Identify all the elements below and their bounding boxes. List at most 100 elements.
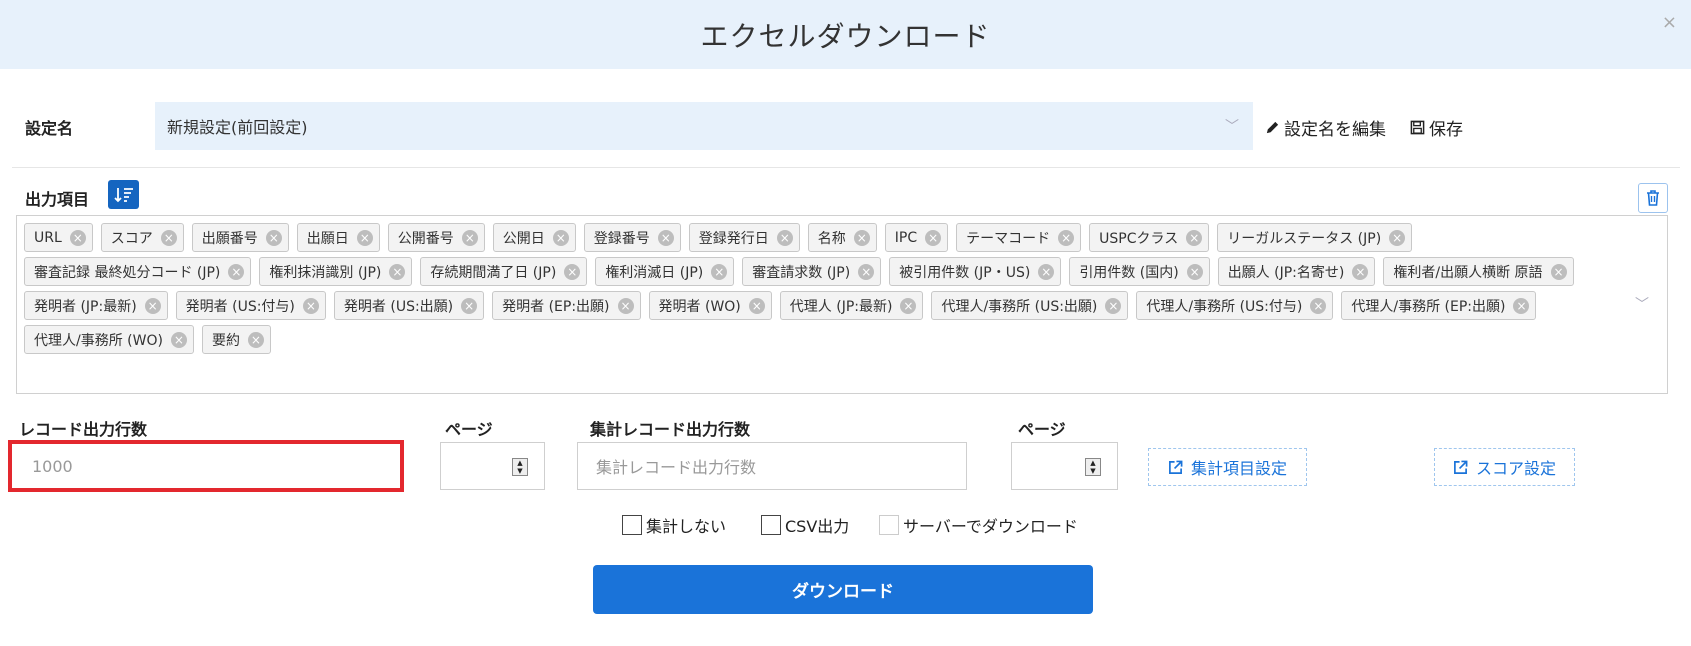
no-aggregate-checkbox[interactable] — [622, 515, 642, 535]
remove-tag-icon[interactable]: × — [1186, 229, 1203, 246]
output-item-tag: 存続期間満了日 (JP) × — [420, 257, 588, 286]
output-item-tag: 発明者 (US:付与) × — [175, 291, 326, 320]
output-item-tag: 公開番号 × — [387, 223, 485, 252]
output-item-tag: スコア × — [100, 223, 184, 252]
output-item-tag-label: 登録発行日 — [698, 230, 769, 247]
remove-tag-icon[interactable]: × — [1310, 297, 1327, 314]
remove-tag-icon[interactable]: × — [711, 263, 728, 280]
score-settings-button[interactable]: スコア設定 — [1434, 448, 1575, 486]
remove-tag-icon[interactable]: × — [461, 297, 478, 314]
remove-tag-icon[interactable]: × — [356, 229, 373, 246]
aggregate-count-label: 集計レコード出力行数 — [590, 420, 751, 439]
remove-tag-icon[interactable]: × — [1352, 263, 1369, 280]
remove-tag-icon[interactable]: × — [564, 263, 581, 280]
aggregate-count-input[interactable]: 集計レコード出力行数 — [577, 442, 967, 490]
output-item-tag-label: 公開番号 — [397, 230, 454, 247]
output-items-tag-box[interactable]: URL × スコア × 出願番号 × 出願日 × 公開番号 × 公開日 × 登録番号 × 登録発行日 × 名称 ×… — [16, 215, 1668, 394]
remove-tag-icon[interactable]: × — [1058, 229, 1075, 246]
download-button[interactable]: ダウンロード — [593, 565, 1093, 614]
aggregate-page-label: ページ — [1018, 420, 1066, 439]
output-item-tag: 代理人/事務所 (US:出願) × — [931, 291, 1129, 320]
record-count-value: 1000 — [32, 456, 73, 476]
remove-tag-icon[interactable]: × — [617, 297, 634, 314]
edit-setting-name-link[interactable]: 設定名を編集 — [1265, 115, 1386, 140]
remove-tag-icon[interactable]: × — [160, 229, 177, 246]
save-link[interactable]: 保存 — [1410, 115, 1463, 140]
remove-tag-icon[interactable]: × — [776, 229, 793, 246]
sort-icon — [113, 187, 133, 202]
no-aggregate-option[interactable]: 集計しない — [622, 513, 726, 537]
aggregate-settings-label: 集計項目設定 — [1190, 459, 1287, 478]
csv-checkbox[interactable] — [761, 515, 781, 535]
spinner-icon[interactable]: ▲ ▼ — [1085, 458, 1101, 476]
remove-tag-icon[interactable]: × — [1038, 263, 1055, 280]
remove-tag-icon[interactable]: × — [265, 229, 282, 246]
aggregate-settings-button[interactable]: 集計項目設定 — [1148, 448, 1307, 486]
spinner-icon[interactable]: ▲ ▼ — [512, 458, 528, 476]
remove-tag-icon[interactable]: × — [228, 263, 245, 280]
setting-name-select[interactable]: 新規設定(前回設定) ﹀ — [155, 102, 1253, 150]
server-download-option[interactable]: サーバーでダウンロード — [879, 513, 1078, 537]
output-item-tag-label: 発明者 (JP:最新) — [34, 298, 137, 315]
chevron-down-icon: ﹀ — [1635, 297, 1649, 313]
output-item-tag-label: 権利消滅日 (JP) — [605, 264, 704, 281]
setting-name-value: 新規設定(前回設定) — [167, 118, 308, 137]
remove-tag-icon[interactable]: × — [925, 229, 942, 246]
aggregate-count-placeholder: 集計レコード出力行数 — [596, 458, 757, 477]
output-item-tag: URL × — [24, 223, 93, 252]
remove-tag-icon[interactable]: × — [858, 263, 875, 280]
excel-download-modal: エクセルダウンロード × 設定名 新規設定(前回設定) ﹀ 設定名を編集 保存 … — [0, 0, 1691, 646]
remove-tag-icon[interactable]: × — [1513, 297, 1530, 314]
output-item-tag-label: 発明者 (WO) — [658, 298, 741, 315]
edit-setting-name-label: 設定名を編集 — [1284, 120, 1386, 140]
remove-tag-icon[interactable]: × — [69, 229, 86, 246]
remove-tag-icon[interactable]: × — [552, 229, 569, 246]
output-item-tag-label: 発明者 (US:付与) — [185, 298, 295, 315]
remove-tag-icon[interactable]: × — [461, 229, 478, 246]
output-item-tag: 引用件数 (国内) × — [1069, 257, 1210, 286]
remove-tag-icon[interactable]: × — [1389, 229, 1406, 246]
output-item-tag: 出願日 × — [296, 223, 380, 252]
output-item-tag: 要約 × — [201, 325, 271, 354]
server-download-checkbox[interactable] — [879, 515, 899, 535]
remove-tag-icon[interactable]: × — [302, 297, 319, 314]
output-item-tag: 被引用件数 (JP・US) × — [889, 257, 1062, 286]
output-item-tag-label: 被引用件数 (JP・US) — [899, 264, 1031, 281]
divider — [12, 167, 1680, 168]
csv-label: CSV出力 — [785, 517, 850, 536]
sort-button[interactable] — [108, 180, 139, 209]
output-item-tag-label: テーマコード — [966, 230, 1051, 247]
remove-tag-icon[interactable]: × — [247, 331, 264, 348]
remove-tag-icon[interactable]: × — [144, 297, 161, 314]
remove-tag-icon[interactable]: × — [1105, 297, 1122, 314]
close-icon[interactable]: × — [1662, 12, 1677, 33]
output-item-tag: リーガルステータス (JP) × — [1217, 223, 1413, 252]
output-item-tag: 代理人 (JP:最新) × — [779, 291, 924, 320]
output-item-tag-label: 出願人 (JP:名寄せ) — [1227, 264, 1345, 281]
modal-header: エクセルダウンロード × — [0, 0, 1691, 69]
remove-tag-icon[interactable]: × — [853, 229, 870, 246]
record-page-input[interactable]: ▲ ▼ — [440, 442, 545, 490]
aggregate-page-input[interactable]: ▲ ▼ — [1011, 442, 1118, 490]
remove-tag-icon[interactable]: × — [1186, 263, 1203, 280]
remove-tag-icon[interactable]: × — [170, 331, 187, 348]
remove-tag-icon[interactable]: × — [1550, 263, 1567, 280]
csv-option[interactable]: CSV出力 — [761, 513, 849, 537]
output-item-tag-label: リーガルステータス (JP) — [1227, 230, 1382, 247]
output-item-tag: 代理人/事務所 (EP:出願) × — [1341, 291, 1537, 320]
clear-items-button[interactable] — [1638, 183, 1668, 213]
output-item-tag-label: 権利抹消識別 (JP) — [269, 264, 382, 281]
output-item-tag: テーマコード × — [956, 223, 1082, 252]
remove-tag-icon[interactable]: × — [748, 297, 765, 314]
remove-tag-icon[interactable]: × — [900, 297, 917, 314]
remove-tag-icon[interactable]: × — [389, 263, 406, 280]
save-label: 保存 — [1429, 120, 1463, 140]
output-item-tag: 登録発行日 × — [688, 223, 800, 252]
record-count-input[interactable]: 1000 — [8, 440, 404, 492]
output-item-tag-label: USPCクラス — [1099, 230, 1179, 247]
remove-tag-icon[interactable]: × — [657, 229, 674, 246]
output-item-tag-label: 審査記録 最終処分コード (JP) — [34, 264, 221, 281]
record-count-label: レコード出力行数 — [19, 420, 148, 439]
output-items-label: 出力項目 — [25, 190, 90, 209]
no-aggregate-label: 集計しない — [646, 517, 727, 536]
